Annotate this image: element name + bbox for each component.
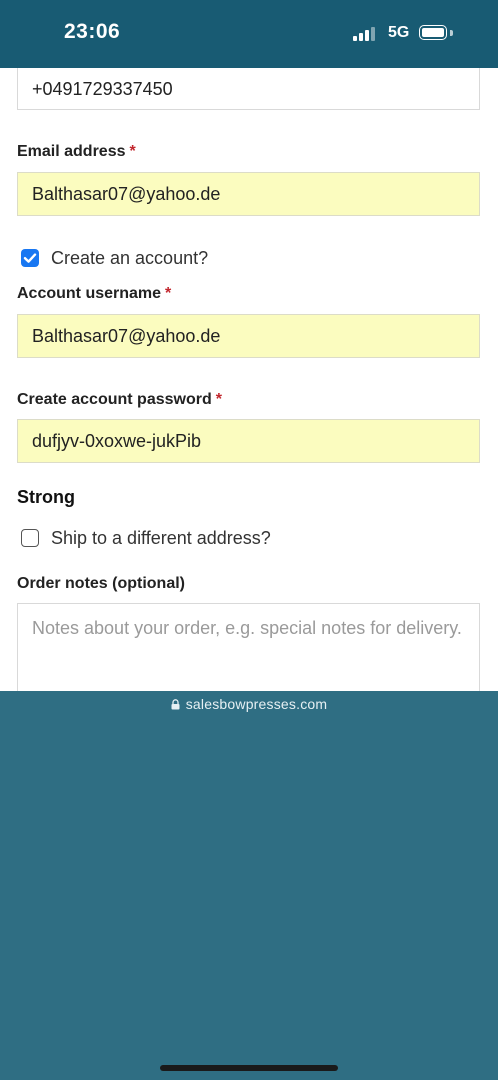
username-input[interactable]: Balthasar07@yahoo.de (17, 314, 480, 358)
password-label: Create account password * (17, 391, 222, 408)
email-input[interactable]: Balthasar07@yahoo.de (17, 172, 480, 216)
create-account-label[interactable]: Create an account? (51, 248, 208, 269)
battery-tip (450, 30, 453, 36)
checkout-form: +0491729337450 Email address * Balthasar0… (0, 68, 498, 691)
order-notes-label: Order notes (optional) (17, 575, 185, 592)
email-label: Email address * (17, 143, 136, 160)
ship-different-checkbox[interactable] (21, 529, 39, 547)
cellular-signal-icon (353, 27, 377, 41)
home-indicator[interactable] (160, 1065, 338, 1071)
phone-input[interactable]: +0491729337450 (17, 68, 480, 110)
status-bar: 23:06 5G (0, 0, 498, 68)
address-bar[interactable]: salesbowpresses.com (0, 696, 498, 712)
create-account-checkbox[interactable] (21, 249, 39, 267)
required-marker: * (165, 285, 172, 302)
browser-toolbar (0, 691, 498, 1080)
password-input[interactable]: dufjyv-0xoxwe-jukPib (17, 419, 480, 463)
required-marker: * (129, 143, 136, 160)
url-text: salesbowpresses.com (185, 696, 328, 712)
network-type: 5G (388, 24, 410, 41)
ship-different-label[interactable]: Ship to a different address? (51, 528, 271, 549)
required-marker: * (215, 391, 222, 408)
lock-icon (171, 699, 180, 710)
checkmark-icon (23, 253, 37, 263)
battery-icon (419, 25, 447, 40)
status-time: 23:06 (64, 20, 121, 43)
order-notes-textarea[interactable]: Notes about your order, e.g. special not… (17, 603, 480, 691)
password-strength-indicator: Strong (17, 487, 75, 507)
username-label: Account username * (17, 285, 172, 302)
